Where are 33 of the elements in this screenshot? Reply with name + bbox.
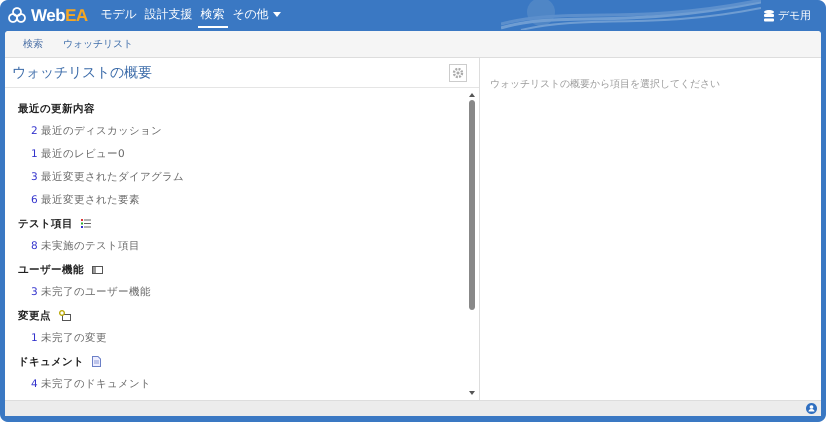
scroll-down-icon[interactable] (468, 391, 474, 395)
watch-link[interactable]: 8 未実施のテスト項目 (18, 235, 467, 258)
settings-icon (452, 66, 464, 78)
database-icon (764, 10, 774, 22)
watch-link[interactable]: 3 未完了のユーザー機能 (18, 281, 467, 304)
logo-icon (7, 6, 27, 26)
nav-tab[interactable]: 検索 (198, 3, 228, 28)
nav-tab[interactable]: 設計支援 (142, 3, 196, 28)
watch-link[interactable]: 3 最近変更されたダイアグラム (18, 166, 467, 189)
watch-link[interactable]: 4 未完了のドキュメント (18, 373, 467, 396)
nav-tab[interactable]: モデル (98, 3, 140, 28)
user-icon[interactable] (806, 403, 817, 414)
logo-text: WebEA (31, 6, 88, 26)
panel-title: ウォッチリストの概要 (12, 64, 152, 82)
watch-link[interactable]: 2 最近のディスカッション (18, 120, 467, 143)
change-icon (59, 310, 71, 321)
section-heading: テスト項目 (18, 216, 73, 230)
logo[interactable]: WebEA (7, 6, 88, 26)
watch-link[interactable]: 1 未完了の変更 (18, 327, 467, 350)
scroll-up-icon[interactable] (468, 93, 474, 97)
panel-icon (92, 266, 103, 274)
user-label[interactable]: デモ用 (778, 8, 811, 23)
section-heading: 変更点 (18, 308, 51, 322)
section-heading: ドキュメント (18, 354, 84, 368)
nav-tab[interactable]: その他 (230, 3, 284, 28)
hint-text: ウォッチリストの概要から項目を選択してください (490, 79, 720, 90)
watch-link[interactable]: 1 最近のレビュー0 (18, 143, 467, 166)
sub-tab[interactable]: 検索 (15, 33, 51, 55)
section-heading: ユーザー機能 (18, 262, 84, 276)
document-icon (92, 356, 101, 367)
list-icon (81, 219, 91, 228)
watch-link[interactable]: 6 最近変更された要素 (18, 189, 467, 212)
section-heading: 最近の更新内容 (18, 102, 95, 116)
